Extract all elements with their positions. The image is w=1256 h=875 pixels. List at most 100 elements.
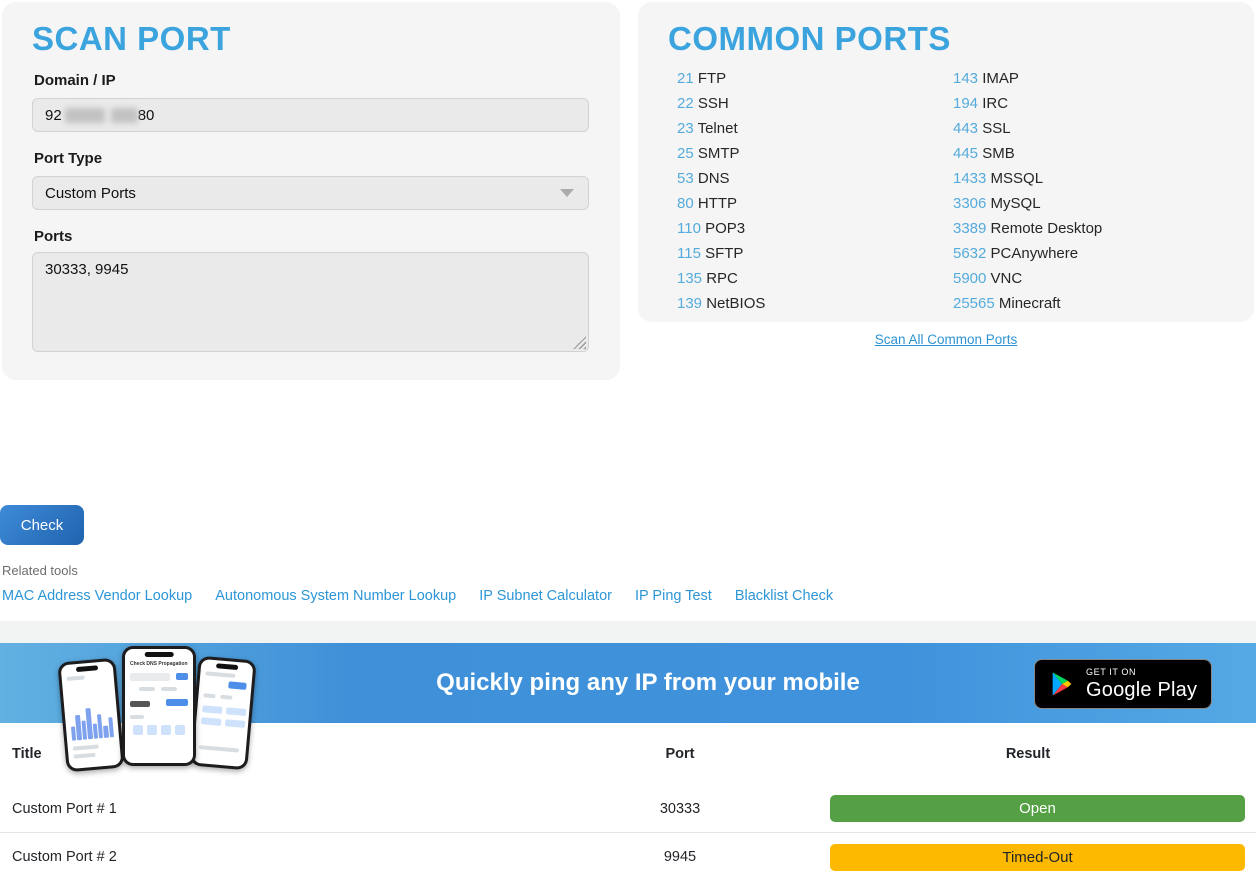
list-item: 3306 MySQL: [953, 191, 1229, 216]
domain-ip-value-end: 80: [138, 107, 155, 124]
port-name: IRC: [982, 95, 1008, 112]
port-type-label: Port Type: [34, 150, 102, 167]
port-name: SSL: [982, 120, 1010, 137]
list-item: 21 FTP: [677, 66, 953, 91]
ports-textarea[interactable]: 30333, 9945: [32, 252, 589, 352]
related-tools-links: MAC Address Vendor Lookup Autonomous Sys…: [2, 588, 833, 604]
port-name: SMTP: [698, 145, 740, 162]
port-link[interactable]: 115: [677, 245, 701, 262]
google-play-badge-text: GET IT ON Google Play: [1086, 668, 1197, 700]
phone-mockups-image: Check DNS Propagation: [62, 646, 262, 723]
list-item: 22 SSH: [677, 91, 953, 116]
port-link[interactable]: 5900: [953, 270, 986, 287]
result-port: 30333: [560, 801, 800, 817]
port-name: SSH: [698, 95, 729, 112]
list-item: 445 SMB: [953, 141, 1229, 166]
badge-get-it-on: GET IT ON: [1086, 668, 1197, 677]
column-header-port: Port: [560, 746, 800, 762]
port-link[interactable]: 21: [677, 70, 694, 87]
status-badge-open: Open: [830, 795, 1245, 822]
link-mac-address-vendor-lookup[interactable]: MAC Address Vendor Lookup: [2, 588, 192, 604]
port-name: HTTP: [698, 195, 737, 212]
result-title: Custom Port # 2: [0, 849, 560, 865]
port-name: Minecraft: [999, 295, 1061, 312]
port-link[interactable]: 3306: [953, 195, 986, 212]
port-link[interactable]: 80: [677, 195, 694, 212]
port-name: MySQL: [991, 195, 1041, 212]
check-button[interactable]: Check: [0, 505, 84, 545]
column-header-result: Result: [800, 746, 1256, 762]
port-link[interactable]: 139: [677, 295, 702, 312]
port-link[interactable]: 25565: [953, 295, 995, 312]
result-title: Custom Port # 1: [0, 801, 560, 817]
domain-ip-value-start: 92: [45, 107, 62, 124]
phone-mockup: Check DNS Propagation: [122, 646, 196, 766]
port-link[interactable]: 22: [677, 95, 694, 112]
port-link[interactable]: 1433: [953, 170, 986, 187]
list-item: 194 IRC: [953, 91, 1229, 116]
common-ports-title: COMMON PORTS: [668, 20, 951, 58]
port-type-selected-value: Custom Ports: [45, 185, 136, 202]
section-divider: [0, 621, 1256, 643]
textarea-resize-handle[interactable]: [573, 336, 586, 349]
port-link[interactable]: 135: [677, 270, 702, 287]
port-name: POP3: [705, 220, 745, 237]
port-name: MSSQL: [991, 170, 1044, 187]
list-item: 25 SMTP: [677, 141, 953, 166]
port-scanner-page: SCAN PORT Domain / IP 92 80 Port Type Cu…: [0, 0, 1256, 875]
ports-label: Ports: [34, 228, 72, 245]
list-item: 1433 MSSQL: [953, 166, 1229, 191]
port-link[interactable]: 3389: [953, 220, 986, 237]
redacted-ip-segment: [65, 108, 105, 123]
list-item: 110 POP3: [677, 216, 953, 241]
port-type-select[interactable]: Custom Ports: [32, 176, 589, 210]
port-name: VNC: [991, 270, 1023, 287]
common-ports-list: 21 FTP 22 SSH 23 Telnet 25 SMTP 53 DNS 8…: [677, 66, 1239, 316]
port-link[interactable]: 53: [677, 170, 694, 187]
list-item: 139 NetBIOS: [677, 291, 953, 316]
port-link[interactable]: 23: [677, 120, 694, 137]
port-name: Remote Desktop: [991, 220, 1103, 237]
port-name: SMB: [982, 145, 1015, 162]
phone-screen-title: Check DNS Propagation: [130, 661, 188, 667]
redacted-ip-segment: [111, 108, 138, 123]
chevron-down-icon: [560, 189, 574, 197]
link-ip-ping-test[interactable]: IP Ping Test: [635, 588, 712, 604]
port-link[interactable]: 443: [953, 120, 978, 137]
port-link[interactable]: 5632: [953, 245, 986, 262]
list-item: 25565 Minecraft: [953, 291, 1229, 316]
port-name: DNS: [698, 170, 730, 187]
link-ip-subnet-calculator[interactable]: IP Subnet Calculator: [479, 588, 612, 604]
port-link[interactable]: 110: [677, 220, 701, 237]
port-name: Telnet: [698, 120, 738, 137]
domain-ip-input[interactable]: 92 80: [32, 98, 589, 132]
list-item: 135 RPC: [677, 266, 953, 291]
google-play-badge[interactable]: GET IT ON Google Play: [1034, 659, 1212, 709]
scan-port-title: SCAN PORT: [32, 20, 231, 58]
result-port: 9945: [560, 849, 800, 865]
port-link[interactable]: 445: [953, 145, 978, 162]
column-header-title: Title: [0, 746, 560, 762]
status-badge-timed-out: Timed-Out: [830, 844, 1245, 871]
port-link[interactable]: 143: [953, 70, 978, 87]
port-name: IMAP: [982, 70, 1019, 87]
list-item: 3389 Remote Desktop: [953, 216, 1229, 241]
list-item: 5632 PCAnywhere: [953, 241, 1229, 266]
link-asn-lookup[interactable]: Autonomous System Number Lookup: [215, 588, 456, 604]
table-row: Custom Port # 1 30333 Open: [0, 785, 1256, 833]
list-item: 5900 VNC: [953, 266, 1229, 291]
scan-all-common-ports-link[interactable]: Scan All Common Ports: [875, 332, 1018, 347]
port-name: NetBIOS: [706, 295, 765, 312]
list-item: 80 HTTP: [677, 191, 953, 216]
banner-headline: Quickly ping any IP from your mobile: [300, 643, 996, 723]
list-item: 143 IMAP: [953, 66, 1229, 91]
port-name: PCAnywhere: [991, 245, 1079, 262]
common-ports-panel: COMMON PORTS 21 FTP 22 SSH 23 Telnet 25 …: [638, 2, 1254, 322]
mobile-app-banner: Check DNS Propagation: [0, 643, 1256, 723]
port-link[interactable]: 194: [953, 95, 978, 112]
list-item: 23 Telnet: [677, 116, 953, 141]
domain-ip-label: Domain / IP: [34, 72, 116, 89]
link-blacklist-check[interactable]: Blacklist Check: [735, 588, 833, 604]
list-item: 53 DNS: [677, 166, 953, 191]
port-link[interactable]: 25: [677, 145, 694, 162]
